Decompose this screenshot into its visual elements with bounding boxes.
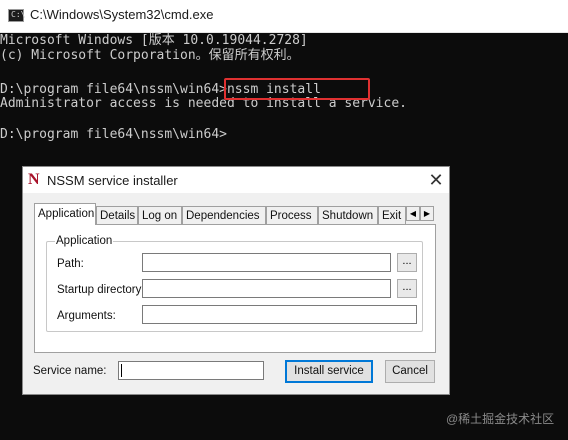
dialog-titlebar: N NSSM service installer ✕ — [23, 167, 449, 193]
service-name-label: Service name: — [33, 365, 107, 377]
path-label: Path: — [57, 258, 84, 270]
command-highlight-box — [224, 78, 370, 100]
dialog-title: NSSM service installer — [47, 173, 178, 188]
arguments-input[interactable] — [142, 305, 417, 324]
watermark: @稀土掘金技术社区 — [446, 412, 555, 426]
text-caret — [121, 364, 122, 377]
cmd-icon: C:\ — [8, 9, 25, 22]
startup-directory-label: Startup directory: — [57, 284, 145, 296]
tab-exit[interactable]: Exit — [378, 206, 406, 224]
nssm-installer-dialog: N NSSM service installer ✕ Application D… — [22, 166, 450, 395]
tab-scroll-right-icon[interactable]: ▶ — [420, 206, 434, 221]
path-browse-button[interactable]: ... — [397, 253, 417, 272]
startup-directory-browse-button[interactable]: ... — [397, 279, 417, 298]
install-service-button[interactable]: Install service — [285, 360, 373, 383]
arguments-label: Arguments: — [57, 310, 116, 322]
console-line: D:\program file64\nssm\win64> — [0, 127, 227, 142]
tab-log-on[interactable]: Log on — [138, 206, 182, 224]
console-line: Microsoft Windows [版本 10.0.19044.2728] — [0, 33, 308, 48]
console-line: (c) Microsoft Corporation。保留所有权利。 — [0, 48, 300, 63]
tab-application[interactable]: Application — [34, 203, 96, 225]
tab-process[interactable]: Process — [266, 206, 318, 224]
cmd-window-title: C:\Windows\System32\cmd.exe — [30, 7, 214, 22]
service-name-input[interactable] — [118, 361, 264, 380]
cmd-titlebar: C:\ C:\Windows\System32\cmd.exe — [0, 0, 568, 33]
nssm-logo-icon: N — [28, 171, 40, 188]
cancel-button[interactable]: Cancel — [385, 360, 435, 383]
tab-details[interactable]: Details — [96, 206, 138, 224]
tab-panel-application: Application Path: ... Startup directory:… — [34, 224, 436, 353]
close-icon[interactable]: ✕ — [425, 169, 447, 191]
tab-dependencies[interactable]: Dependencies — [182, 206, 266, 224]
application-groupbox: Application Path: ... Startup directory:… — [46, 234, 423, 332]
tab-shutdown[interactable]: Shutdown — [318, 206, 378, 224]
group-label: Application — [55, 234, 114, 248]
startup-directory-input[interactable] — [142, 279, 391, 298]
path-input[interactable] — [142, 253, 391, 272]
tab-scroll-left-icon[interactable]: ◀ — [406, 206, 420, 221]
